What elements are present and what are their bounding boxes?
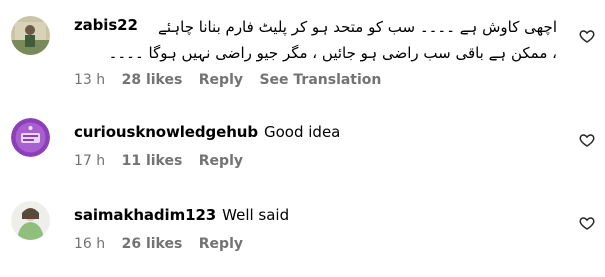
like-button[interactable] (579, 215, 595, 231)
comment-text: Well said (222, 206, 290, 224)
avatar[interactable] (11, 118, 50, 157)
timestamp: 13 h (74, 72, 106, 88)
comment-item: saimakhadim123 Well said 16 h 26 likes Re… (0, 185, 605, 277)
username[interactable]: curiousknowledgehub (74, 123, 258, 141)
avatar[interactable] (11, 201, 50, 240)
reply-button[interactable]: Reply (199, 72, 243, 88)
avatar[interactable] (11, 16, 50, 55)
like-button[interactable] (579, 132, 595, 148)
heart-outline-icon (579, 134, 595, 147)
purple-logo-icon (11, 118, 50, 157)
profile-photo-icon (11, 201, 50, 240)
comment-text-line2: ، ممکن ہے باقی سب راضی ہو جائیں ، مگر جی… (108, 44, 557, 62)
heart-outline-icon (579, 30, 595, 43)
reply-button[interactable]: Reply (199, 153, 243, 169)
timestamp: 16 h (74, 236, 106, 252)
reply-button[interactable]: Reply (199, 236, 243, 252)
timestamp: 17 h (74, 153, 106, 169)
profile-photo-icon (11, 16, 50, 55)
like-button[interactable] (579, 28, 595, 44)
comment-text: Good idea (264, 123, 341, 141)
username[interactable]: saimakhadim123 (74, 206, 216, 224)
likes-count[interactable]: 28 likes (122, 72, 183, 88)
comment-text: اچھی کاوش ہے ۔۔۔۔ سب کو متحد ہو کر پلیٹ … (158, 18, 557, 36)
likes-count[interactable]: 26 likes (122, 236, 183, 252)
likes-count[interactable]: 11 likes (122, 153, 183, 169)
username[interactable]: zabis22 (74, 14, 138, 40)
see-translation-button[interactable]: See Translation (259, 72, 381, 88)
comment-item: curiousknowledgehub Good idea 17 h 11 lik… (0, 100, 605, 185)
comment-item: zabis22 اچھی کاوش ہے ۔۔۔۔ سب کو متحد ہو … (0, 0, 605, 100)
heart-outline-icon (579, 217, 595, 230)
